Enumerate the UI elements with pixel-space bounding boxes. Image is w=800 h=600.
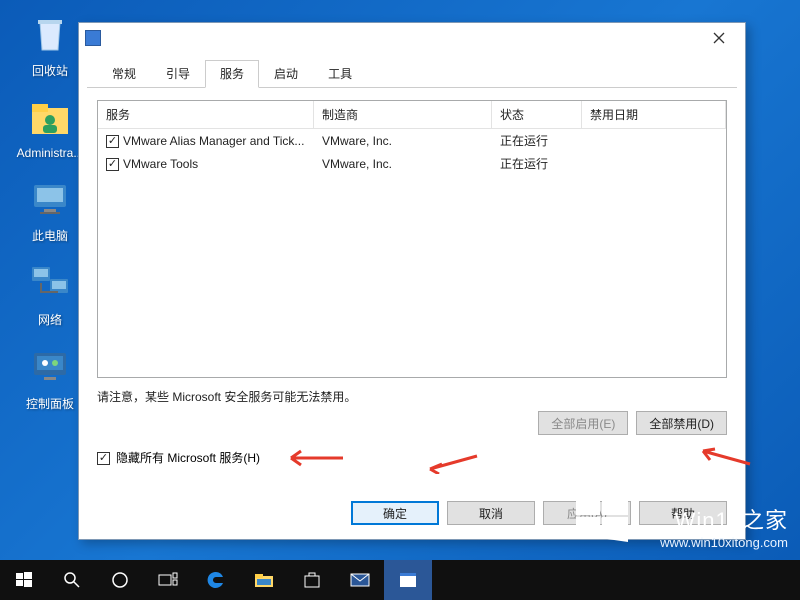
- services-list[interactable]: 服务 制造商 状态 禁用日期 VMware Alias Manager and …: [97, 100, 727, 378]
- window-icon: [399, 572, 417, 588]
- watermark-url: www.win10xitong.com: [660, 535, 788, 550]
- taskbar-search[interactable]: [48, 560, 96, 600]
- service-name: VMware Alias Manager and Tick...: [123, 134, 304, 148]
- taskbar-cortana[interactable]: [96, 560, 144, 600]
- tab-boot[interactable]: 引导: [151, 60, 205, 88]
- user-folder-icon: [26, 94, 74, 142]
- tab-tools[interactable]: 工具: [313, 60, 367, 88]
- enable-all-button[interactable]: 全部启用(E): [538, 411, 628, 435]
- windows-icon: [15, 571, 33, 589]
- taskbar-explorer[interactable]: [240, 560, 288, 600]
- windows-logo-icon: [574, 488, 630, 544]
- store-icon: [303, 571, 321, 589]
- tab-bar: 常规 引导 服务 启动 工具: [87, 53, 737, 88]
- watermark: Win10之家 www.win10xitong.com: [660, 503, 788, 550]
- edge-icon: [206, 570, 226, 590]
- service-row[interactable]: VMware Alias Manager and Tick... VMware,…: [98, 129, 726, 152]
- taskbar[interactable]: [0, 560, 800, 600]
- cortana-icon: [111, 571, 129, 589]
- service-checkbox[interactable]: [106, 135, 119, 148]
- titlebar[interactable]: [79, 23, 745, 53]
- taskbar-taskview[interactable]: [144, 560, 192, 600]
- taskview-icon: [158, 572, 178, 588]
- folder-icon: [254, 572, 274, 588]
- service-name: VMware Tools: [123, 157, 198, 171]
- start-button[interactable]: [0, 560, 48, 600]
- service-row[interactable]: VMware Tools VMware, Inc. 正在运行: [98, 152, 726, 175]
- hide-ms-row[interactable]: 隐藏所有 Microsoft 服务(H): [97, 449, 727, 466]
- recycle-bin-icon: [26, 10, 74, 58]
- service-status: 正在运行: [492, 152, 582, 175]
- search-icon: [63, 571, 81, 589]
- computer-icon: [26, 175, 74, 223]
- app-icon: [85, 30, 101, 46]
- hide-ms-checkbox[interactable]: [97, 452, 110, 465]
- tab-startup[interactable]: 启动: [259, 60, 313, 88]
- hide-ms-label: 隐藏所有 Microsoft 服务(H): [116, 449, 260, 466]
- cancel-button[interactable]: 取消: [447, 501, 535, 525]
- note-text: 请注意，某些 Microsoft 安全服务可能无法禁用。: [97, 388, 727, 405]
- close-icon: [713, 32, 725, 44]
- watermark-brand: Win10之家: [660, 503, 788, 535]
- col-status[interactable]: 状态: [492, 101, 582, 128]
- taskbar-mail[interactable]: [336, 560, 384, 600]
- mail-icon: [350, 573, 370, 587]
- disable-all-button[interactable]: 全部禁用(D): [636, 411, 727, 435]
- service-manufacturer: VMware, Inc.: [314, 131, 492, 151]
- msconfig-dialog: 常规 引导 服务 启动 工具 服务 制造商 状态 禁用日期 VMware Ali…: [78, 22, 746, 540]
- close-button[interactable]: [699, 24, 739, 52]
- col-manufacturer[interactable]: 制造商: [314, 101, 492, 128]
- tab-services[interactable]: 服务: [205, 60, 259, 88]
- ok-button[interactable]: 确定: [351, 501, 439, 525]
- taskbar-store[interactable]: [288, 560, 336, 600]
- list-header: 服务 制造商 状态 禁用日期: [98, 101, 726, 129]
- tab-content: 服务 制造商 状态 禁用日期 VMware Alias Manager and …: [79, 88, 745, 476]
- service-disabled-date: [582, 138, 726, 144]
- service-manufacturer: VMware, Inc.: [314, 154, 492, 174]
- tab-general[interactable]: 常规: [97, 60, 151, 88]
- service-disabled-date: [582, 161, 726, 167]
- network-icon: [26, 259, 74, 307]
- service-status: 正在运行: [492, 129, 582, 152]
- taskbar-msconfig[interactable]: [384, 560, 432, 600]
- control-panel-icon: [26, 343, 74, 391]
- col-service[interactable]: 服务: [98, 101, 314, 128]
- service-checkbox[interactable]: [106, 158, 119, 171]
- taskbar-edge[interactable]: [192, 560, 240, 600]
- col-disabled-date[interactable]: 禁用日期: [582, 101, 726, 128]
